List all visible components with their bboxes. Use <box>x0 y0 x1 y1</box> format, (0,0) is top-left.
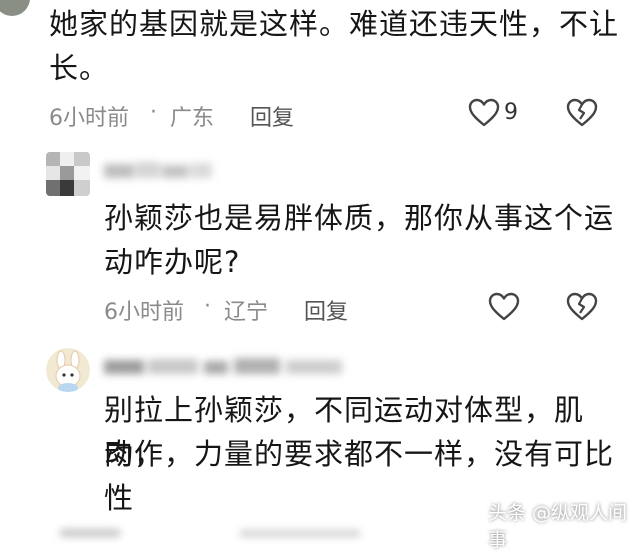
comment-2-time: 6小时前 <box>104 300 184 325</box>
comment-1-dot: · <box>150 100 157 125</box>
comment-2-reply-button[interactable]: 回复 <box>304 294 348 326</box>
comment-2-text-line1: 孙颖莎也是易胖体质，那你从事这个运 <box>104 201 615 235</box>
broken-heart-icon[interactable] <box>566 98 598 128</box>
comment-3-text-line2: 动作，力量的要求都不一样，没有可比 <box>104 437 615 471</box>
comment-1-time: 6小时前 <box>49 106 129 131</box>
comment-1-text-line1: 她家的基因就是这样。难道还违天性，不让 <box>49 7 620 41</box>
heart-outline-icon[interactable] <box>468 98 500 128</box>
comment-1-region: 广东 <box>170 106 215 131</box>
avatar-comment-2[interactable] <box>46 152 90 196</box>
watermark: 头条 @纵观人间事 <box>488 502 628 551</box>
comment-3-text-line3: 性 <box>104 481 135 515</box>
broken-heart-icon[interactable] <box>566 292 598 322</box>
comment-2-dot: · <box>204 294 211 319</box>
comment-1-reply-button[interactable]: 回复 <box>250 100 294 132</box>
avatar-comment-3[interactable] <box>46 348 90 392</box>
comment-2-text-line2: 动咋办呢? <box>104 245 241 279</box>
avatar-comment-1[interactable] <box>0 0 30 16</box>
comment-3-username-blurred[interactable] <box>104 356 344 378</box>
next-comment-fragment <box>60 522 480 537</box>
comment-2-region: 辽宁 <box>224 300 269 325</box>
comment-1-text-line2: 长。 <box>49 51 110 85</box>
heart-outline-icon[interactable] <box>488 292 520 322</box>
comment-1-like-count: 9 <box>504 100 518 125</box>
comment-2-username-blurred[interactable] <box>104 160 214 182</box>
